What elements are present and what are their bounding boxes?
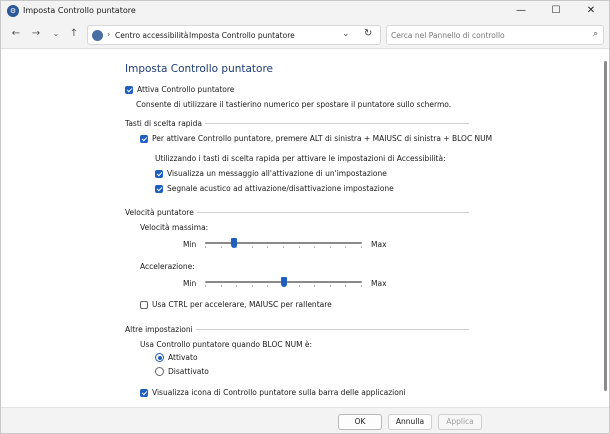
taskbar-icon-checkbox[interactable] [140,388,148,397]
apply-button[interactable]: Applica [438,414,482,430]
enable-mouse-keys-checkbox[interactable] [125,85,133,94]
numlock-on-option[interactable]: Attivato [155,353,198,362]
alt-shortcut-option[interactable]: Per attivare Controllo puntatore, premer… [140,134,492,143]
slider-tick [283,246,284,248]
cancel-button[interactable]: Annulla [388,414,432,430]
ctrl-shift-checkbox[interactable] [140,300,148,309]
up-button[interactable]: ↑ [67,27,81,41]
breadcrumb-separator-icon[interactable]: › [180,30,183,39]
title-bar: ⚙ Imposta Controllo puntatore — ☐ ✕ [1,1,609,21]
alt-shortcut-label: Per attivare Controllo puntatore, premer… [152,134,493,143]
speed-group-label: Velocità puntatore [125,208,197,217]
slider-tick [220,246,222,248]
numlock-label: Usa Controllo puntatore quando BLOC NUM … [140,340,313,349]
acceleration-slider[interactable] [205,277,362,287]
control-panel-icon [92,30,103,41]
breadcrumb-accessibility-center[interactable]: Centro accessibilità [115,31,188,40]
arrow-up-icon: ↑ [69,28,79,39]
top-speed-slider-track[interactable] [205,242,362,244]
search-icon[interactable]: ⌕ [593,29,598,39]
top-speed-slider[interactable] [205,238,362,248]
slider-tick-marks [205,246,362,248]
numlock-off-radio[interactable] [155,367,164,376]
top-speed-label: Velocità massima: [140,223,209,232]
slider-tick [329,285,331,287]
slider-tick [267,285,269,287]
acceleration-slider-thumb[interactable] [280,277,287,287]
slider-tick [205,246,206,248]
numlock-off-label: Disattivato [168,367,209,376]
back-button[interactable]: ← [9,27,23,41]
top-speed-min-label: Min [183,240,197,249]
shortcuts-group-label: Tasti di scelta rapida [125,119,206,128]
other-group-label: Altre impostazioni [125,325,196,334]
ctrl-shift-label: Usa CTRL per accelerare, MAIUSC per rall… [152,300,332,309]
enable-mouse-keys-label: Attiva Controllo puntatore [137,85,235,94]
address-dropdown-icon[interactable]: ⌄ [342,29,350,39]
settings-content: Imposta Controllo puntatore Attiva Contr… [1,50,601,407]
slider-tick [314,246,316,248]
slider-tick [329,246,331,248]
acceleration-label: Accelerazione: [140,262,195,271]
acceleration-min-label: Min [183,279,197,288]
enable-mouse-keys-option[interactable]: Attiva Controllo puntatore [125,85,234,94]
ok-button[interactable]: OK [338,414,382,430]
acceleration-max-label: Max [371,279,387,288]
slider-tick [314,285,316,287]
refresh-icon[interactable]: ↻ [364,28,372,39]
show-message-option[interactable]: Visualizza un messaggio all'attivazione … [155,169,387,178]
navigation-bar: ← → ⌄ ↑ › Centro accessibilità › Imposta… [1,21,609,49]
vertical-scrollbar[interactable] [604,61,607,391]
shortcut-intro-text: Utilizzando i tasti di scelta rapida per… [155,154,446,163]
search-box[interactable]: ⌕ [386,25,604,45]
top-speed-max-label: Max [371,240,387,249]
slider-tick [361,246,362,248]
alt-shortcut-checkbox[interactable] [140,134,148,143]
control-panel-app-icon: ⚙ [7,5,19,17]
arrow-right-icon: → [31,28,41,39]
window-title: Imposta Controllo puntatore [23,6,136,15]
beep-checkbox[interactable] [155,184,163,193]
top-speed-slider-thumb[interactable] [230,238,237,248]
dialog-footer: OK Annulla Applica [1,407,609,433]
show-message-checkbox[interactable] [155,169,163,178]
slider-tick [298,246,300,248]
search-input[interactable] [391,29,581,42]
slider-tick [345,285,347,287]
page-heading: Imposta Controllo puntatore [125,63,274,75]
slider-tick [220,285,222,287]
close-button[interactable]: ✕ [576,1,606,21]
slider-tick [236,285,238,287]
address-bar[interactable]: › Centro accessibilità › Imposta Control… [87,25,381,45]
slider-tick [267,246,269,248]
arrow-left-icon: ← [11,28,21,39]
ctrl-shift-option[interactable]: Usa CTRL per accelerare, MAIUSC per rall… [140,300,332,309]
numlock-on-radio[interactable] [155,353,164,362]
minimize-button[interactable]: — [506,1,536,21]
breadcrumb-current-page[interactable]: Imposta Controllo puntatore [189,31,295,40]
slider-tick [251,246,253,248]
slider-tick [345,246,347,248]
slider-tick [361,285,362,287]
taskbar-icon-option[interactable]: Visualizza icona di Controllo puntatore … [140,388,406,397]
numlock-on-label: Attivato [168,353,198,362]
enable-description: Consente di utilizzare il tastierino num… [136,100,452,109]
slider-tick [205,285,206,287]
control-panel-window: ⚙ Imposta Controllo puntatore — ☐ ✕ ← → … [0,0,610,434]
beep-label: Segnale acustico ad attivazione/disattiv… [167,184,394,193]
slider-tick [298,285,300,287]
maximize-button[interactable]: ☐ [541,1,571,21]
numlock-off-option[interactable]: Disattivato [155,367,209,376]
breadcrumb-chevron-icon[interactable]: › [107,30,110,39]
slider-tick [251,285,253,287]
beep-option[interactable]: Segnale acustico ad attivazione/disattiv… [155,184,394,193]
recent-locations-button[interactable]: ⌄ [49,27,63,41]
chevron-down-icon: ⌄ [52,29,60,38]
taskbar-icon-label: Visualizza icona di Controllo puntatore … [152,388,406,397]
forward-button[interactable]: → [29,27,43,41]
show-message-label: Visualizza un messaggio all'attivazione … [167,169,387,178]
